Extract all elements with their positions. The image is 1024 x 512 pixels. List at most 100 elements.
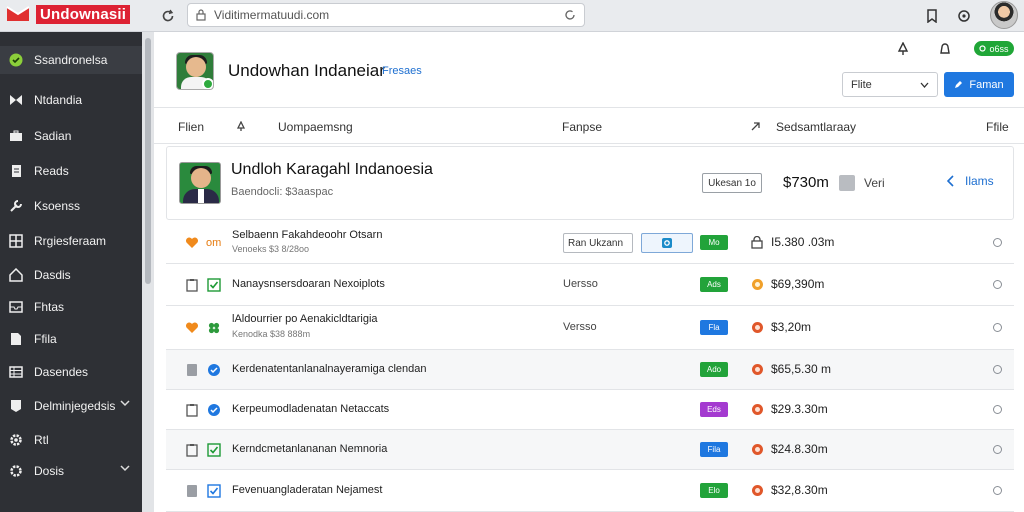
bookmark-icon[interactable] (922, 6, 942, 26)
page-avatar[interactable] (176, 52, 214, 90)
table-row[interactable]: Kerpeumodladenatan Netaccats Eds $29.3.3… (166, 390, 1014, 430)
row-badge[interactable]: Elo (700, 483, 728, 498)
row-amount: $3,20m (771, 320, 812, 334)
sidebar-item-8[interactable]: Ffila (0, 325, 142, 353)
settings-icon (8, 463, 24, 479)
sidebar-item-10[interactable]: Delminjegedsis (0, 392, 142, 420)
sidebar-item-1[interactable]: Ntdandia (0, 86, 142, 114)
pencil-icon (955, 81, 963, 88)
row-mid: Uersso (563, 278, 598, 290)
address-bar[interactable]: Viditimermatuudi.com (187, 3, 585, 27)
featured-back-link[interactable]: Ilams (947, 174, 994, 188)
featured-price: $730m (783, 174, 829, 191)
refresh-icon[interactable] (564, 9, 576, 21)
featured-subtitle: Baendocli: $3aaspac (231, 186, 334, 198)
featured-verify[interactable]: Veri (864, 176, 885, 190)
sidebar-item-label: Rrgiesferaam (34, 234, 107, 248)
chevron-down-icon (920, 82, 929, 88)
table-row[interactable]: Kerdenatentanlanalnayeramiga clendan Ado… (166, 350, 1014, 390)
table-row[interactable]: om Selbaenn Fakahdeoohr Otsarn Venoeks $… (166, 222, 1014, 264)
table-row[interactable]: Fevenuangladeratan Nejamest Elo $32,8.30… (166, 470, 1014, 512)
column-label[interactable]: Flien (178, 120, 204, 134)
sidebar-item-5[interactable]: Rrgiesferaam (0, 227, 142, 255)
sidebar-scrollbar[interactable] (142, 32, 154, 512)
sidebar-item-7[interactable]: Fhtas (0, 293, 142, 321)
row-radio[interactable] (993, 405, 1002, 414)
wrench-icon (8, 198, 24, 214)
row-radio[interactable] (993, 445, 1002, 454)
lock-icon (196, 9, 206, 21)
primary-button-label: Faman (969, 78, 1004, 91)
sidebar-item-0[interactable]: Ssandronelsa (0, 46, 142, 74)
coin-icon (750, 320, 764, 334)
page-link[interactable]: Fresaes (382, 65, 422, 77)
featured-checkbox[interactable] (839, 175, 855, 191)
circle-check-icon (8, 52, 24, 68)
primary-button[interactable]: Faman (944, 72, 1014, 97)
check-icon[interactable] (206, 483, 222, 499)
table-row[interactable]: Kerndcmetanlananan Nemnoria Fila $24.8.3… (166, 430, 1014, 470)
row-radio[interactable] (993, 486, 1002, 495)
table-row[interactable]: lAldourrier po Aenakicldtarigia Kenodka … (166, 306, 1014, 350)
featured-tag[interactable]: Ukesan 1o (702, 173, 762, 193)
sidebar-item-label: Sadian (34, 129, 72, 143)
chat-icon (206, 402, 222, 418)
square-icon (184, 362, 200, 378)
column-label[interactable]: Fanpse (562, 120, 602, 134)
brand-name: Undownasii (36, 4, 131, 24)
row-radio[interactable] (993, 238, 1002, 247)
sidebar-item-9[interactable]: Dasendes (0, 358, 142, 386)
column-label[interactable]: Uompaemsng (278, 120, 353, 134)
brand[interactable]: Undownasii (6, 4, 131, 24)
brand-logo-icon (6, 6, 30, 21)
row-input[interactable]: Ran Ukzann (563, 233, 633, 253)
bell-icon[interactable] (936, 40, 954, 58)
row-name: Kerpeumodladenatan Netaccats (232, 403, 390, 415)
check-box-icon[interactable] (206, 442, 222, 458)
tag-icon (8, 398, 24, 414)
row-badge[interactable]: Fila (700, 442, 728, 457)
sidebar-item-6[interactable]: Dasdis (0, 261, 142, 289)
sidebar-item-3[interactable]: Reads (0, 157, 142, 185)
sidebar-item-2[interactable]: Sadian (0, 122, 142, 150)
chevron-down-icon (120, 465, 130, 472)
row-badge[interactable]: Mo (700, 235, 728, 250)
status-badge[interactable]: o6ss (974, 41, 1014, 56)
chat-icon (206, 362, 222, 378)
page-header: Undowhan Indaneiar Fresaes o6ss Flite Fa… (154, 32, 1024, 108)
arrow-icon[interactable] (750, 121, 761, 132)
scrollbar-thumb[interactable] (145, 38, 151, 284)
column-label[interactable]: Sedsamtlaraay (776, 120, 856, 134)
pin-icon[interactable] (894, 40, 912, 58)
column-label[interactable]: Ffile (986, 120, 1009, 134)
row-radio[interactable] (993, 280, 1002, 289)
check-box-icon[interactable] (206, 277, 222, 293)
featured-card[interactable]: Undloh Karagahl Indanoesia Baendocli: $3… (166, 146, 1014, 220)
row-badge[interactable]: Eds (700, 402, 728, 417)
file-icon (8, 331, 24, 347)
sidebar-item-4[interactable]: Ksoenss (0, 192, 142, 220)
row-sub: Kenodka $38 888m (232, 329, 311, 339)
row-select[interactable] (641, 233, 693, 253)
row-badge[interactable]: Ads (700, 277, 728, 292)
row-badge[interactable]: Fla (700, 320, 728, 335)
row-radio[interactable] (993, 365, 1002, 374)
table-row[interactable]: Nanaysnsersdoaran Nexoiplots Uersso Ads … (166, 264, 1014, 306)
pin-icon[interactable] (236, 121, 246, 132)
reload-icon[interactable] (158, 6, 178, 26)
coin-icon (750, 362, 764, 376)
sidebar-item-label: Fhtas (34, 300, 65, 314)
profile-avatar[interactable] (990, 1, 1018, 29)
filter-select[interactable]: Flite (842, 72, 938, 97)
cog-icon (662, 238, 672, 248)
row-radio[interactable] (993, 323, 1002, 332)
sidebar-item-12[interactable]: Dosis (0, 457, 142, 485)
sidebar-item-label: Reads (34, 164, 69, 178)
address-text: Viditimermatuudi.com (214, 8, 330, 22)
row-badge[interactable]: Ado (700, 362, 728, 377)
sidebar-item-label: Ntdandia (34, 93, 83, 107)
sidebar-item-11[interactable]: Rtl (0, 426, 142, 454)
clipboard-icon (184, 277, 200, 293)
extensions-icon[interactable] (954, 6, 974, 26)
row-mid: Versso (563, 321, 597, 333)
